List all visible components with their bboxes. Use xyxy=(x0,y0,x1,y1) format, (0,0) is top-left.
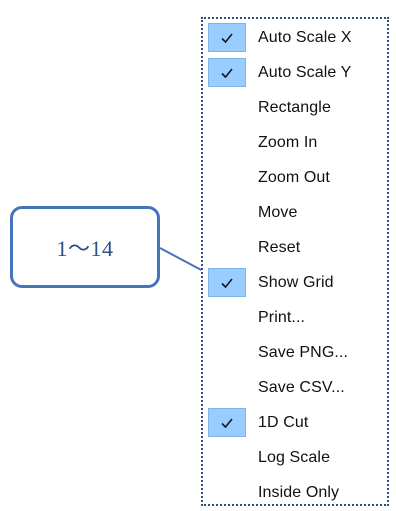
check-cell xyxy=(208,478,246,507)
menu-item-auto-scale-y[interactable]: Auto Scale Y xyxy=(203,55,387,90)
check-cell xyxy=(208,23,246,52)
callout-leader-line xyxy=(159,247,206,273)
menu-item-label: Move xyxy=(258,203,298,221)
menu-item-label: Show Grid xyxy=(258,273,334,291)
callout-label: 1～14 xyxy=(56,236,114,261)
check-cell xyxy=(208,443,246,472)
menu-item-label: Zoom In xyxy=(258,133,318,151)
menu-item-label: Auto Scale Y xyxy=(258,63,352,81)
menu-item-rectangle[interactable]: Rectangle xyxy=(203,90,387,125)
menu-item-save-csv[interactable]: Save CSV... xyxy=(203,370,387,405)
check-cell xyxy=(208,408,246,437)
menu-item-label: Save PNG... xyxy=(258,343,349,361)
menu-item-label: Log Scale xyxy=(258,448,331,466)
menu-item-inside-only[interactable]: Inside Only xyxy=(203,475,387,510)
menu-item-print[interactable]: Print... xyxy=(203,300,387,335)
menu-item-label: Inside Only xyxy=(258,483,340,501)
menu-item-show-grid[interactable]: Show Grid xyxy=(203,265,387,300)
check-cell xyxy=(208,373,246,402)
check-cell xyxy=(208,233,246,262)
callout-box: 1～14 xyxy=(10,206,160,288)
check-cell xyxy=(208,93,246,122)
check-cell xyxy=(208,163,246,192)
checkmark-icon xyxy=(221,67,233,78)
menu-item-zoom-in[interactable]: Zoom In xyxy=(203,125,387,160)
check-cell xyxy=(208,198,246,227)
check-cell xyxy=(208,338,246,367)
menu-item-save-png[interactable]: Save PNG... xyxy=(203,335,387,370)
check-cell xyxy=(208,303,246,332)
menu-item-label: Rectangle xyxy=(258,98,331,116)
menu-item-label: Save CSV... xyxy=(258,378,345,396)
menu-item-label: Reset xyxy=(258,238,301,256)
context-menu: Auto Scale X Auto Scale Y Rectangle Zoom… xyxy=(201,17,389,506)
menu-item-label: Print... xyxy=(258,308,306,326)
menu-item-label: Auto Scale X xyxy=(258,28,352,46)
check-cell xyxy=(208,128,246,157)
menu-item-label: Zoom Out xyxy=(258,168,330,186)
check-cell xyxy=(208,268,246,297)
menu-item-reset[interactable]: Reset xyxy=(203,230,387,265)
menu-item-log-scale[interactable]: Log Scale xyxy=(203,440,387,475)
menu-item-zoom-out[interactable]: Zoom Out xyxy=(203,160,387,195)
checkmark-icon xyxy=(221,417,233,428)
checkmark-icon xyxy=(221,277,233,288)
menu-item-auto-scale-x[interactable]: Auto Scale X xyxy=(203,20,387,55)
menu-item-move[interactable]: Move xyxy=(203,195,387,230)
menu-item-label: 1D Cut xyxy=(258,413,309,431)
check-cell xyxy=(208,58,246,87)
menu-item-1d-cut[interactable]: 1D Cut xyxy=(203,405,387,440)
checkmark-icon xyxy=(221,32,233,43)
